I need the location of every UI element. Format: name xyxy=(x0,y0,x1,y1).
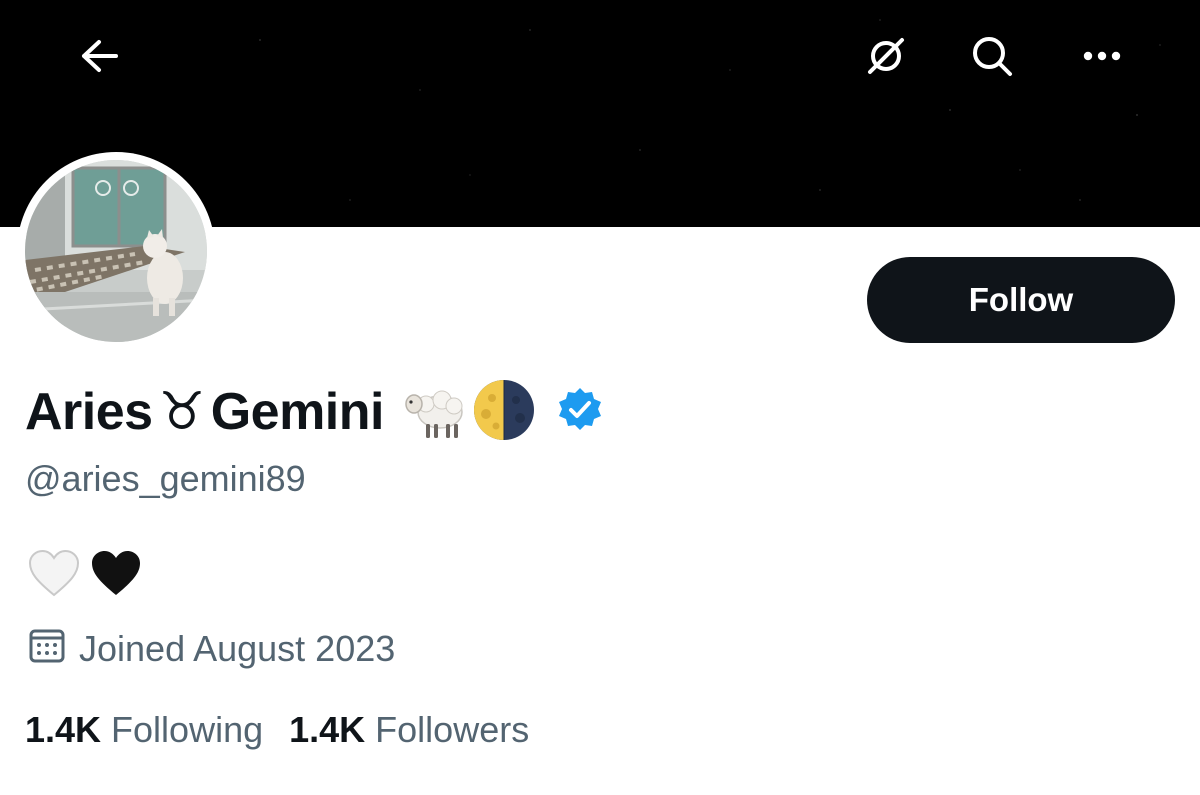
avatar-photo xyxy=(25,160,207,342)
taurus-symbol: ♉ xyxy=(158,383,206,441)
calendar-icon xyxy=(27,625,67,674)
search-icon xyxy=(973,37,1012,76)
avatar[interactable] xyxy=(17,152,215,350)
more-button[interactable] xyxy=(1068,22,1136,90)
black-heart-emoji xyxy=(89,549,143,604)
display-name-part1: Aries xyxy=(25,383,153,441)
display-name-part2: Gemini xyxy=(210,383,385,441)
grok-button[interactable] xyxy=(852,22,920,90)
slashed-circle-icon xyxy=(868,38,904,74)
following-label: Following xyxy=(111,709,264,750)
verified-badge-icon[interactable] xyxy=(556,386,604,439)
joined-date: Joined August 2023 xyxy=(27,624,395,674)
more-horizontal-icon xyxy=(1083,51,1121,61)
back-button[interactable] xyxy=(65,22,133,90)
first-quarter-moon-emoji xyxy=(472,378,536,447)
followers-label: Followers xyxy=(375,709,530,750)
arrow-left-icon xyxy=(82,40,118,72)
followers-link[interactable]: 1.4K Followers xyxy=(289,709,529,751)
handle: @aries_gemini89 xyxy=(25,458,306,499)
white-heart-emoji xyxy=(27,549,81,604)
bio xyxy=(27,548,143,604)
search-button[interactable] xyxy=(958,22,1026,90)
following-count: 1.4K xyxy=(25,709,102,750)
followers-count: 1.4K xyxy=(289,709,366,750)
sheep-emoji xyxy=(402,378,466,447)
joined-text: Joined August 2023 xyxy=(79,628,396,669)
following-link[interactable]: 1.4K Following xyxy=(25,709,263,751)
follow-stats: 1.4K Following 1.4K Followers xyxy=(25,705,529,755)
follow-button[interactable]: Follow xyxy=(867,257,1175,343)
display-name-row: Aries ♉ Gemini xyxy=(25,372,604,452)
